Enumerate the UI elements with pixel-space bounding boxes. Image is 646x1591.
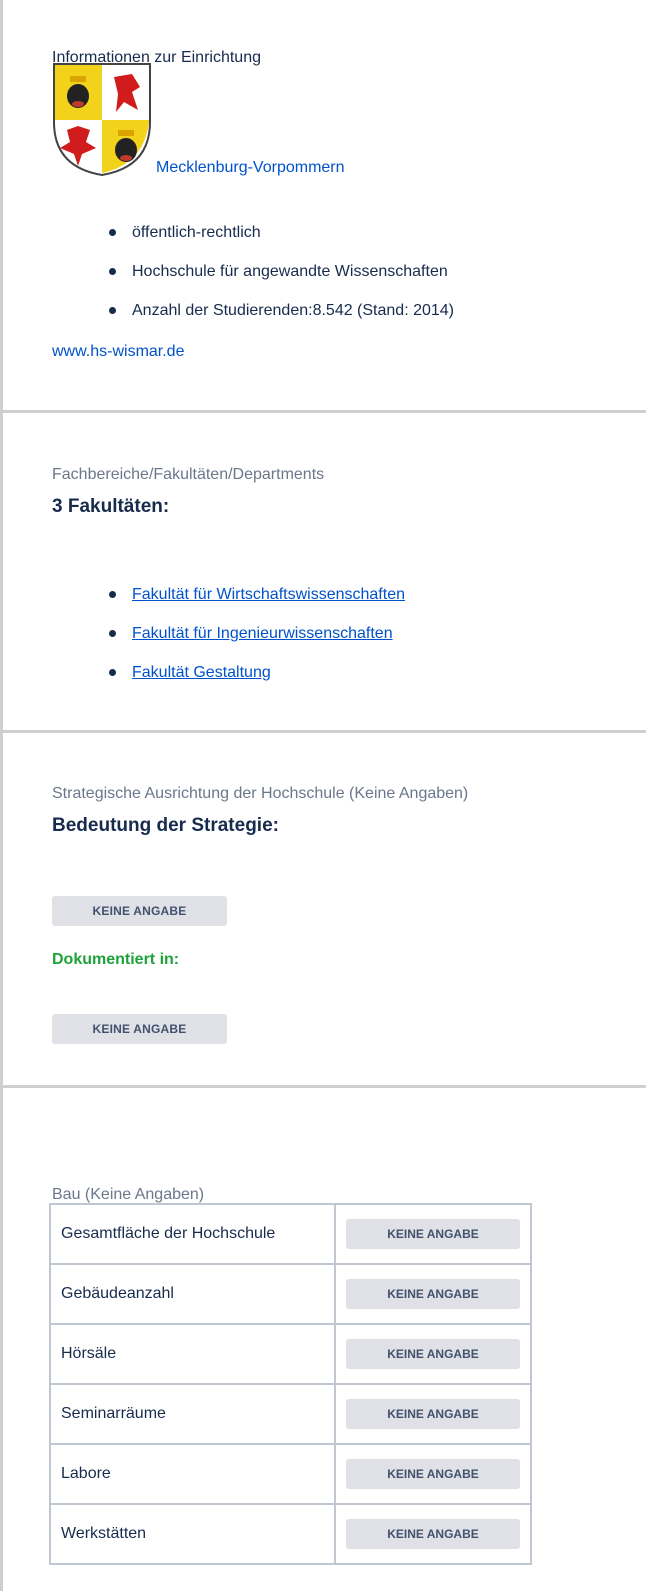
row-label: Seminarräume [49,1383,336,1445]
list-item: Anzahl der Studierenden:8.542 (Stand: 20… [107,301,454,340]
status-badge: KEINE ANGABE [346,1399,520,1429]
website-link[interactable]: www.hs-wismar.de [52,343,184,361]
faculty-link-wirtschaft[interactable]: Fakultät für Wirtschaftswissenschaften [132,586,405,603]
status-badge: KEINE ANGABE [346,1459,520,1489]
section-fachbereiche: Fachbereiche/Fakultäten/Departments 3 Fa… [0,410,646,730]
table-row: Gebäudeanzahl KEINE ANGABE [49,1263,532,1325]
row-label: Labore [49,1443,336,1505]
strategy-heading: Bedeutung der Strategie: [52,815,279,836]
page: Informationen zur Einrichtung Mecklenbur… [0,0,646,1591]
list-item: Hochschule für angewandte Wissenschaften [107,262,454,301]
status-badge: KEINE ANGABE [346,1339,520,1369]
status-badge: KEINE ANGABE [52,1014,227,1044]
list-item: Fakultät für Ingenieurwissenschaften [107,624,405,663]
list-item: Fakultät für Wirtschaftswissenschaften [107,585,405,624]
coat-of-arms-icon [52,62,152,177]
info-list: öffentlich-rechtlich Hochschule für ange… [107,223,454,340]
table-row: Hörsäle KEINE ANGABE [49,1323,532,1385]
status-badge: KEINE ANGABE [346,1519,520,1549]
section-einrichtung: Informationen zur Einrichtung Mecklenbur… [0,0,646,412]
state-link[interactable]: Mecklenburg-Vorpommern [156,159,345,177]
table-row: Gesamtfläche der Hochschule KEINE ANGABE [49,1203,532,1265]
faculty-list: Fakultät für Wirtschaftswissenschaften F… [107,585,405,702]
faculty-link-gestaltung[interactable]: Fakultät Gestaltung [132,664,271,681]
section-strategie: Strategische Ausrichtung der Hochschule … [0,730,646,1085]
faculty-link-ingenieur[interactable]: Fakultät für Ingenieurwissenschaften [132,625,393,642]
documented-label: Dokumentiert in: [52,951,180,968]
row-label: Gebäudeanzahl [49,1263,336,1325]
status-badge: KEINE ANGABE [52,896,227,926]
list-item: Fakultät Gestaltung [107,663,405,702]
faculties-heading: 3 Fakultäten: [52,496,170,517]
row-label: Hörsäle [49,1323,336,1385]
status-badge: KEINE ANGABE [346,1279,520,1309]
section-title: Bau (Keine Angaben) [52,1186,205,1203]
row-label: Werkstätten [49,1503,336,1565]
row-label: Gesamtfläche der Hochschule [49,1203,336,1265]
section-title: Strategische Ausrichtung der Hochschule … [52,785,469,802]
list-item: öffentlich-rechtlich [107,223,454,262]
bau-table: Gesamtfläche der Hochschule KEINE ANGABE… [49,1203,532,1565]
section-title: Fachbereiche/Fakultäten/Departments [52,466,325,483]
table-row: Werkstätten KEINE ANGABE [49,1503,532,1565]
table-row: Seminarräume KEINE ANGABE [49,1383,532,1445]
table-row: Labore KEINE ANGABE [49,1443,532,1505]
status-badge: KEINE ANGABE [346,1219,520,1249]
